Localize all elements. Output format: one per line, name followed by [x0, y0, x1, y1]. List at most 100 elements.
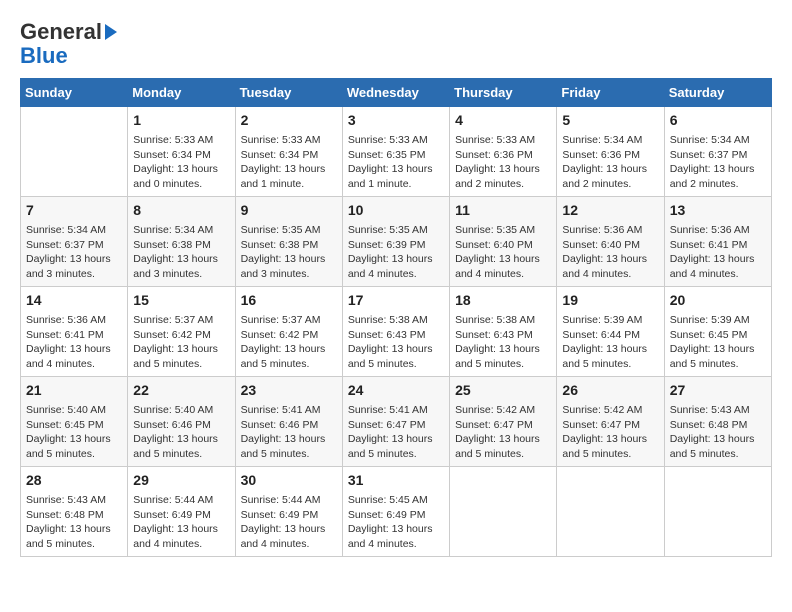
day-number: 25	[455, 381, 551, 401]
cell-info: Sunrise: 5:38 AM Sunset: 6:43 PM Dayligh…	[348, 313, 444, 372]
calendar-week-row: 1Sunrise: 5:33 AM Sunset: 6:34 PM Daylig…	[21, 107, 772, 197]
day-number: 27	[670, 381, 766, 401]
calendar-cell: 13Sunrise: 5:36 AM Sunset: 6:41 PM Dayli…	[664, 197, 771, 287]
cell-info: Sunrise: 5:36 AM Sunset: 6:41 PM Dayligh…	[670, 223, 766, 282]
calendar-cell: 7Sunrise: 5:34 AM Sunset: 6:37 PM Daylig…	[21, 197, 128, 287]
calendar-cell: 22Sunrise: 5:40 AM Sunset: 6:46 PM Dayli…	[128, 377, 235, 467]
day-number: 22	[133, 381, 229, 401]
day-number: 17	[348, 291, 444, 311]
calendar-week-row: 21Sunrise: 5:40 AM Sunset: 6:45 PM Dayli…	[21, 377, 772, 467]
cell-info: Sunrise: 5:33 AM Sunset: 6:35 PM Dayligh…	[348, 133, 444, 192]
cell-info: Sunrise: 5:44 AM Sunset: 6:49 PM Dayligh…	[241, 493, 337, 552]
logo-general: General	[20, 19, 102, 44]
calendar-cell: 31Sunrise: 5:45 AM Sunset: 6:49 PM Dayli…	[342, 467, 449, 557]
calendar-cell: 5Sunrise: 5:34 AM Sunset: 6:36 PM Daylig…	[557, 107, 664, 197]
column-header-friday: Friday	[557, 79, 664, 107]
cell-info: Sunrise: 5:35 AM Sunset: 6:38 PM Dayligh…	[241, 223, 337, 282]
calendar-cell: 14Sunrise: 5:36 AM Sunset: 6:41 PM Dayli…	[21, 287, 128, 377]
day-number: 21	[26, 381, 122, 401]
cell-info: Sunrise: 5:33 AM Sunset: 6:34 PM Dayligh…	[133, 133, 229, 192]
calendar-cell: 18Sunrise: 5:38 AM Sunset: 6:43 PM Dayli…	[450, 287, 557, 377]
column-header-wednesday: Wednesday	[342, 79, 449, 107]
cell-info: Sunrise: 5:40 AM Sunset: 6:45 PM Dayligh…	[26, 403, 122, 462]
logo: General Blue	[20, 20, 117, 68]
calendar-cell: 8Sunrise: 5:34 AM Sunset: 6:38 PM Daylig…	[128, 197, 235, 287]
day-number: 19	[562, 291, 658, 311]
day-number: 13	[670, 201, 766, 221]
day-number: 20	[670, 291, 766, 311]
calendar-cell: 3Sunrise: 5:33 AM Sunset: 6:35 PM Daylig…	[342, 107, 449, 197]
day-number: 7	[26, 201, 122, 221]
calendar-cell: 30Sunrise: 5:44 AM Sunset: 6:49 PM Dayli…	[235, 467, 342, 557]
cell-info: Sunrise: 5:39 AM Sunset: 6:44 PM Dayligh…	[562, 313, 658, 372]
calendar-cell	[450, 467, 557, 557]
cell-info: Sunrise: 5:43 AM Sunset: 6:48 PM Dayligh…	[26, 493, 122, 552]
cell-info: Sunrise: 5:41 AM Sunset: 6:46 PM Dayligh…	[241, 403, 337, 462]
cell-info: Sunrise: 5:34 AM Sunset: 6:38 PM Dayligh…	[133, 223, 229, 282]
calendar-cell: 2Sunrise: 5:33 AM Sunset: 6:34 PM Daylig…	[235, 107, 342, 197]
calendar-cell: 27Sunrise: 5:43 AM Sunset: 6:48 PM Dayli…	[664, 377, 771, 467]
column-header-tuesday: Tuesday	[235, 79, 342, 107]
cell-info: Sunrise: 5:42 AM Sunset: 6:47 PM Dayligh…	[562, 403, 658, 462]
calendar-cell: 29Sunrise: 5:44 AM Sunset: 6:49 PM Dayli…	[128, 467, 235, 557]
day-number: 31	[348, 471, 444, 491]
calendar-cell: 1Sunrise: 5:33 AM Sunset: 6:34 PM Daylig…	[128, 107, 235, 197]
day-number: 14	[26, 291, 122, 311]
day-number: 30	[241, 471, 337, 491]
day-number: 28	[26, 471, 122, 491]
calendar-header-row: SundayMondayTuesdayWednesdayThursdayFrid…	[21, 79, 772, 107]
calendar-cell	[664, 467, 771, 557]
calendar-cell: 26Sunrise: 5:42 AM Sunset: 6:47 PM Dayli…	[557, 377, 664, 467]
calendar-cell: 16Sunrise: 5:37 AM Sunset: 6:42 PM Dayli…	[235, 287, 342, 377]
calendar-table: SundayMondayTuesdayWednesdayThursdayFrid…	[20, 78, 772, 557]
cell-info: Sunrise: 5:39 AM Sunset: 6:45 PM Dayligh…	[670, 313, 766, 372]
day-number: 9	[241, 201, 337, 221]
calendar-cell: 24Sunrise: 5:41 AM Sunset: 6:47 PM Dayli…	[342, 377, 449, 467]
column-header-saturday: Saturday	[664, 79, 771, 107]
day-number: 24	[348, 381, 444, 401]
calendar-cell: 20Sunrise: 5:39 AM Sunset: 6:45 PM Dayli…	[664, 287, 771, 377]
cell-info: Sunrise: 5:33 AM Sunset: 6:34 PM Dayligh…	[241, 133, 337, 192]
column-header-sunday: Sunday	[21, 79, 128, 107]
day-number: 1	[133, 111, 229, 131]
calendar-week-row: 14Sunrise: 5:36 AM Sunset: 6:41 PM Dayli…	[21, 287, 772, 377]
cell-info: Sunrise: 5:33 AM Sunset: 6:36 PM Dayligh…	[455, 133, 551, 192]
day-number: 11	[455, 201, 551, 221]
cell-info: Sunrise: 5:34 AM Sunset: 6:37 PM Dayligh…	[26, 223, 122, 282]
column-header-monday: Monday	[128, 79, 235, 107]
calendar-cell	[21, 107, 128, 197]
calendar-week-row: 28Sunrise: 5:43 AM Sunset: 6:48 PM Dayli…	[21, 467, 772, 557]
calendar-cell: 25Sunrise: 5:42 AM Sunset: 6:47 PM Dayli…	[450, 377, 557, 467]
cell-info: Sunrise: 5:35 AM Sunset: 6:40 PM Dayligh…	[455, 223, 551, 282]
day-number: 16	[241, 291, 337, 311]
calendar-cell	[557, 467, 664, 557]
calendar-cell: 6Sunrise: 5:34 AM Sunset: 6:37 PM Daylig…	[664, 107, 771, 197]
logo-blue: Blue	[20, 43, 68, 68]
day-number: 12	[562, 201, 658, 221]
calendar-cell: 19Sunrise: 5:39 AM Sunset: 6:44 PM Dayli…	[557, 287, 664, 377]
cell-info: Sunrise: 5:42 AM Sunset: 6:47 PM Dayligh…	[455, 403, 551, 462]
cell-info: Sunrise: 5:38 AM Sunset: 6:43 PM Dayligh…	[455, 313, 551, 372]
day-number: 4	[455, 111, 551, 131]
calendar-cell: 23Sunrise: 5:41 AM Sunset: 6:46 PM Dayli…	[235, 377, 342, 467]
day-number: 8	[133, 201, 229, 221]
day-number: 29	[133, 471, 229, 491]
calendar-cell: 12Sunrise: 5:36 AM Sunset: 6:40 PM Dayli…	[557, 197, 664, 287]
cell-info: Sunrise: 5:34 AM Sunset: 6:36 PM Dayligh…	[562, 133, 658, 192]
calendar-cell: 21Sunrise: 5:40 AM Sunset: 6:45 PM Dayli…	[21, 377, 128, 467]
calendar-cell: 11Sunrise: 5:35 AM Sunset: 6:40 PM Dayli…	[450, 197, 557, 287]
day-number: 18	[455, 291, 551, 311]
cell-info: Sunrise: 5:40 AM Sunset: 6:46 PM Dayligh…	[133, 403, 229, 462]
logo-arrow-icon	[105, 24, 117, 40]
day-number: 26	[562, 381, 658, 401]
day-number: 6	[670, 111, 766, 131]
calendar-week-row: 7Sunrise: 5:34 AM Sunset: 6:37 PM Daylig…	[21, 197, 772, 287]
calendar-cell: 28Sunrise: 5:43 AM Sunset: 6:48 PM Dayli…	[21, 467, 128, 557]
column-header-thursday: Thursday	[450, 79, 557, 107]
calendar-cell: 9Sunrise: 5:35 AM Sunset: 6:38 PM Daylig…	[235, 197, 342, 287]
cell-info: Sunrise: 5:37 AM Sunset: 6:42 PM Dayligh…	[241, 313, 337, 372]
calendar-cell: 17Sunrise: 5:38 AM Sunset: 6:43 PM Dayli…	[342, 287, 449, 377]
cell-info: Sunrise: 5:34 AM Sunset: 6:37 PM Dayligh…	[670, 133, 766, 192]
cell-info: Sunrise: 5:37 AM Sunset: 6:42 PM Dayligh…	[133, 313, 229, 372]
day-number: 5	[562, 111, 658, 131]
